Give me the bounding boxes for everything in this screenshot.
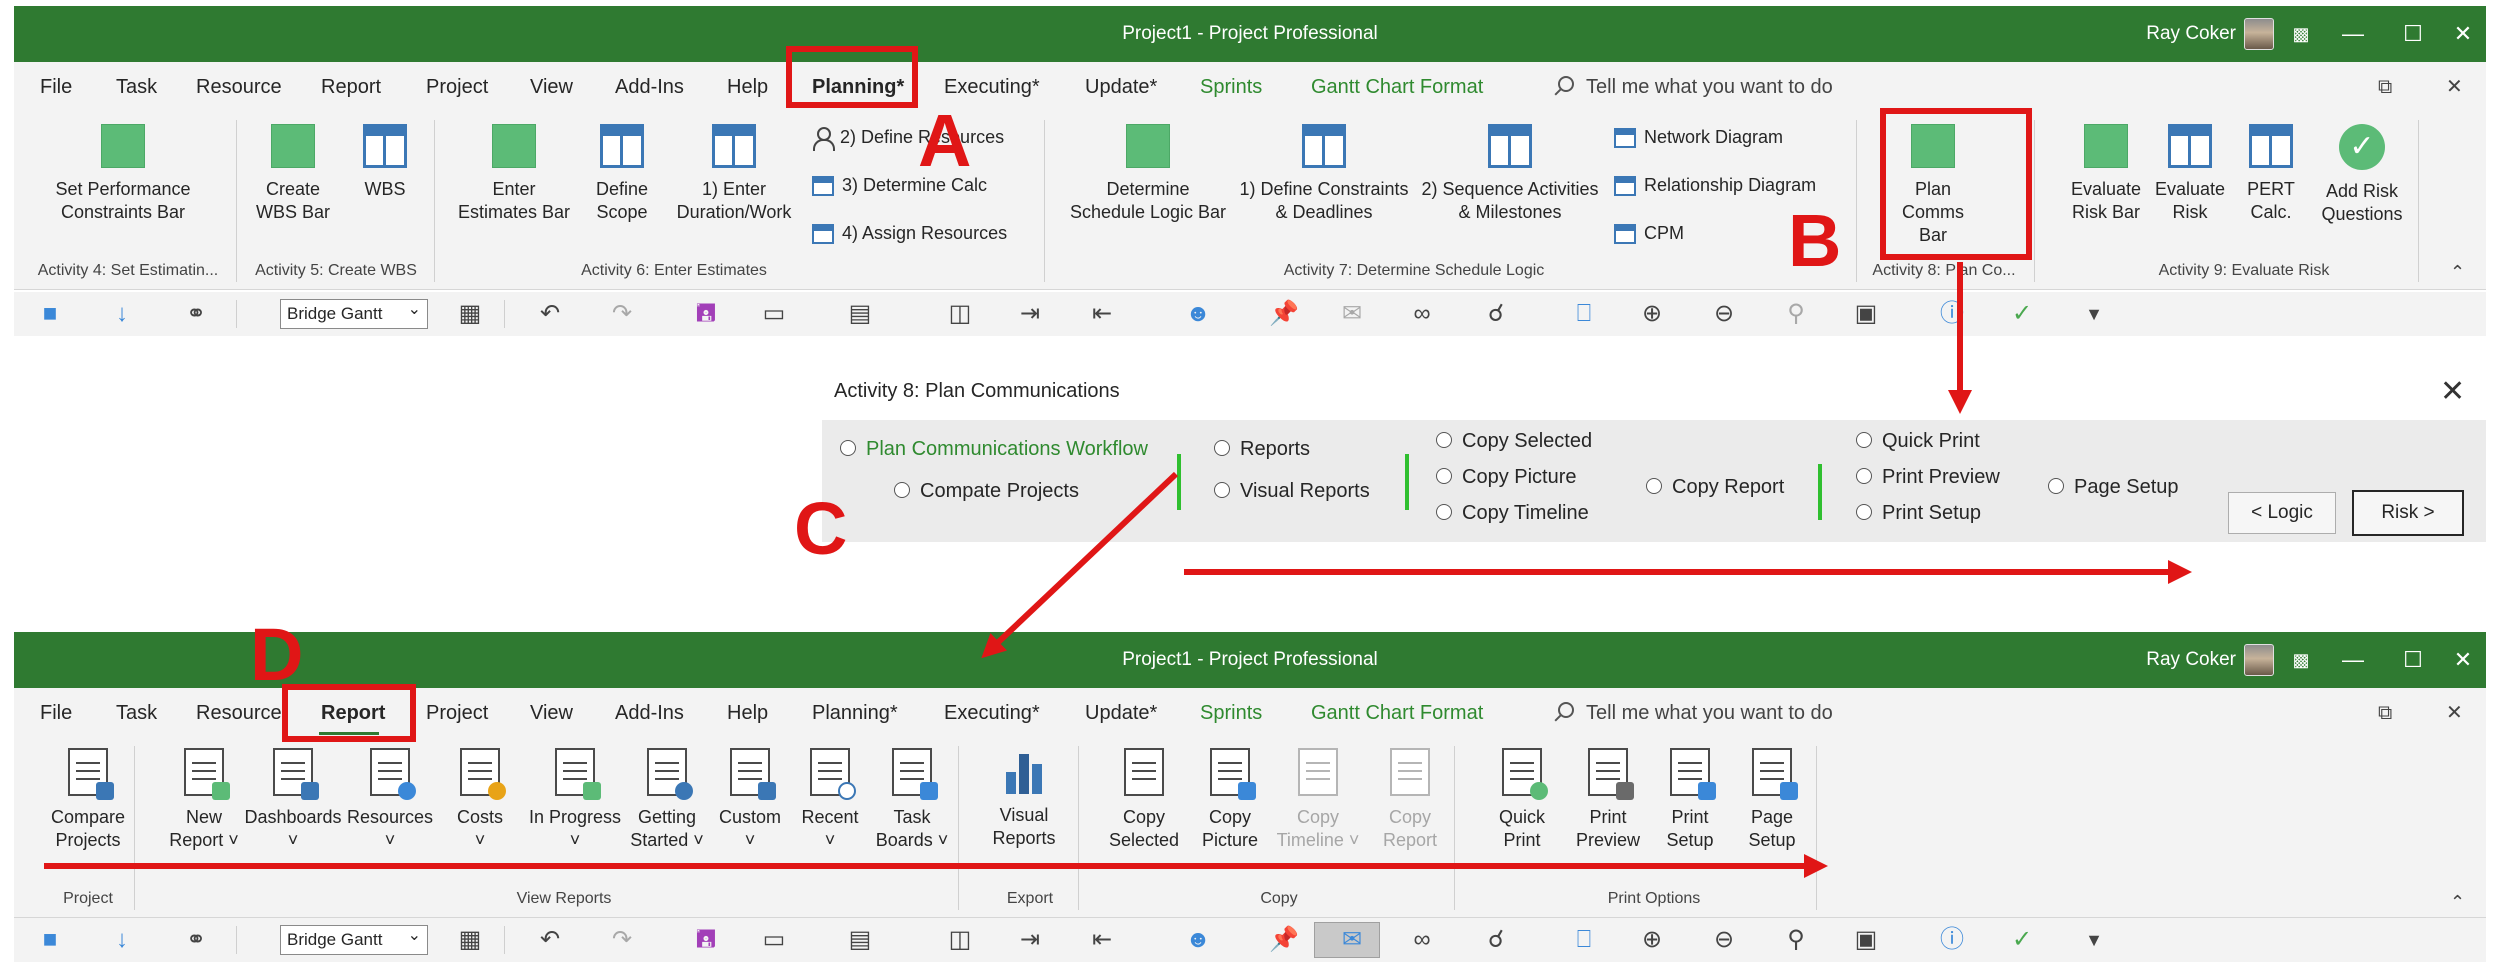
annotation-arrows <box>44 262 2192 878</box>
arrow-c-diagonal <box>981 471 1179 659</box>
